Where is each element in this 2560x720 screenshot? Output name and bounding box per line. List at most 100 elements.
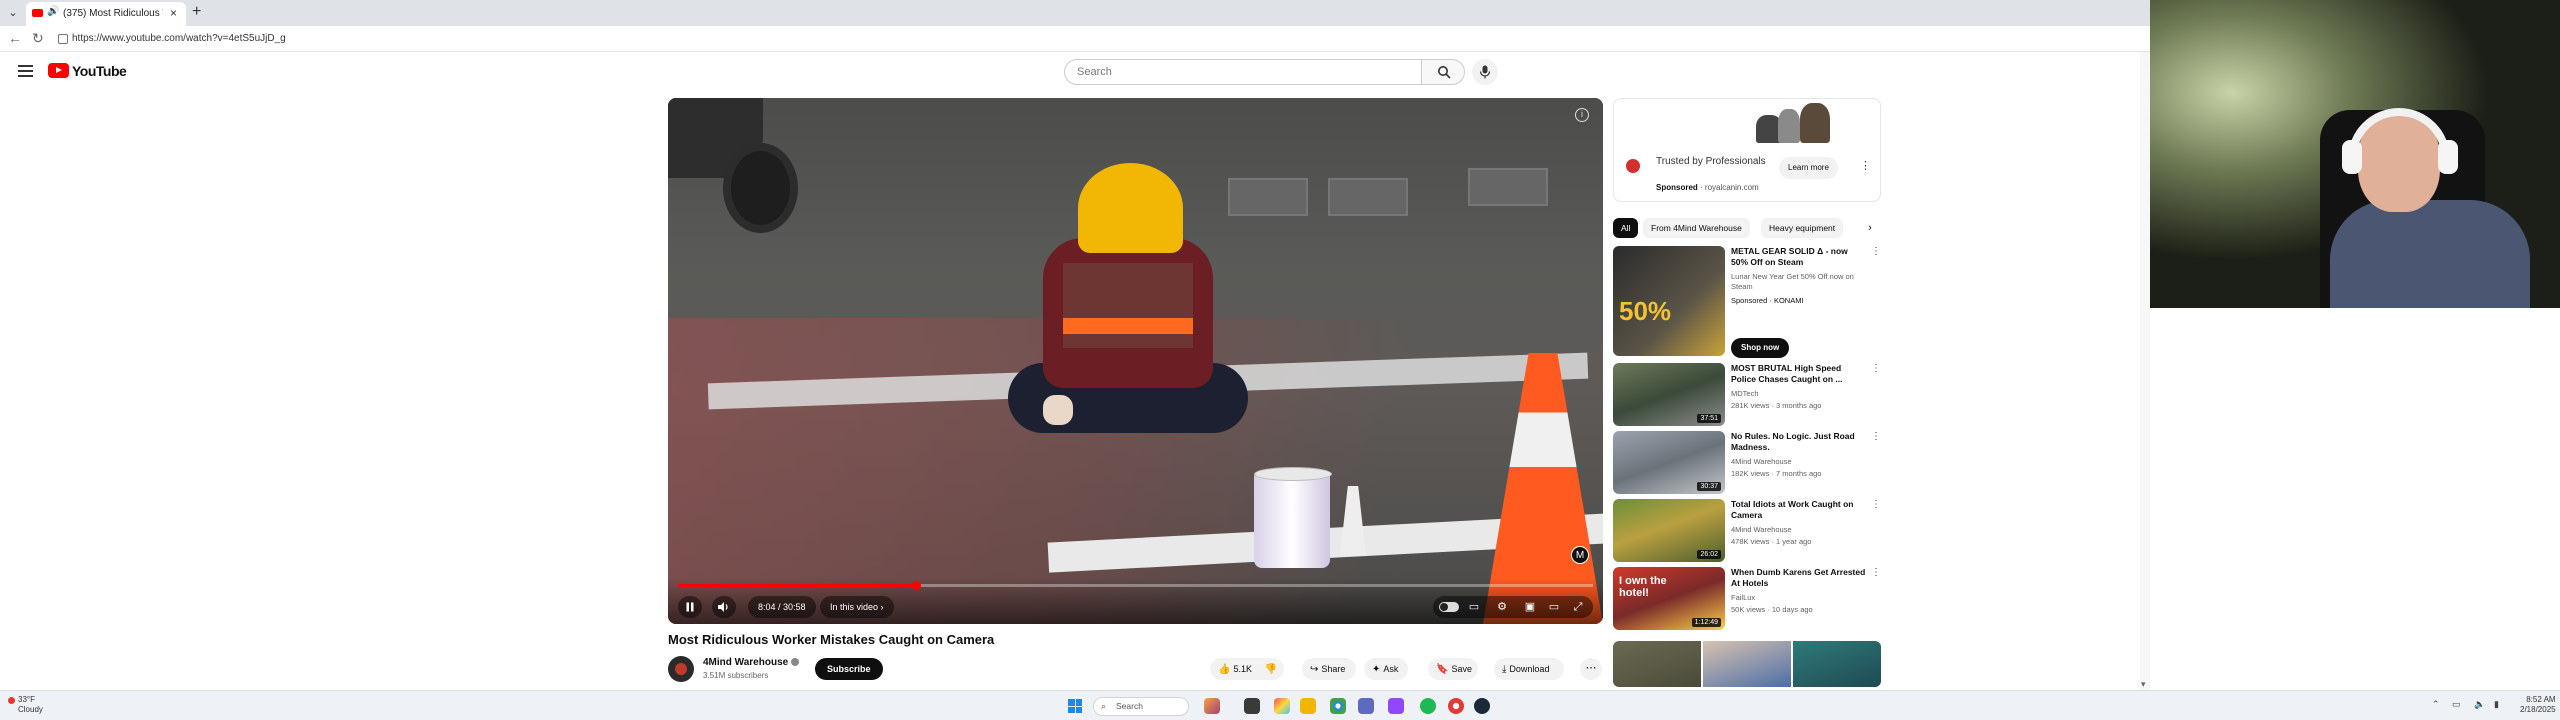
recommendation-channel[interactable]: FailLux: [1731, 593, 1755, 602]
recommendation-menu-icon[interactable]: ⋮: [1871, 567, 1881, 578]
chip-all[interactable]: All: [1613, 218, 1639, 238]
back-arrow-icon[interactable]: ←: [8, 30, 22, 46]
tab-search-chevron-icon[interactable]: ⌄: [4, 5, 22, 21]
recommendation-title[interactable]: Total Idiots at Work Caught on Camera: [1731, 499, 1866, 521]
recommendation-title[interactable]: No Rules. No Logic. Just Road Madness.: [1731, 431, 1866, 453]
microphone-icon: [1479, 65, 1491, 79]
recommendation-channel[interactable]: 4Mind Warehouse: [1731, 525, 1792, 534]
subscribe-button[interactable]: Subscribe: [815, 658, 883, 680]
file-explorer-icon[interactable]: [1300, 698, 1316, 714]
recommendation-item[interactable]: 26:02 Total Idiots at Work Caught on Cam…: [1613, 499, 1881, 563]
subscriber-count: 3.51M subscribers: [703, 671, 769, 680]
discord-icon[interactable]: [1358, 698, 1374, 714]
voice-search-button[interactable]: [1472, 59, 1498, 85]
scrubber-handle[interactable]: [911, 581, 921, 590]
learn-more-button[interactable]: Learn more: [1779, 157, 1838, 179]
search-input[interactable]: Search: [1064, 59, 1422, 85]
edge-browser-icon[interactable]: [1330, 698, 1346, 714]
tray-chevron-icon[interactable]: ⌃: [2432, 699, 2440, 710]
save-button[interactable]: 🔖 Save: [1428, 658, 1478, 680]
youtube-logo-icon[interactable]: [48, 63, 69, 78]
spotify-icon[interactable]: [1420, 698, 1436, 714]
chip-from-channel[interactable]: From 4Mind Warehouse: [1643, 218, 1750, 238]
tab-close-button[interactable]: ×: [170, 6, 177, 20]
ad-sponsored-line: Sponsored · royalcanin.com: [1656, 183, 1759, 192]
taskbar-search[interactable]: ⌕ Search: [1093, 697, 1189, 716]
pause-button[interactable]: [678, 596, 702, 618]
recommendation-menu-icon[interactable]: ⋮: [1871, 431, 1881, 442]
recommendation-item[interactable]: I own the hotel! 1:12:49 When Dumb Karen…: [1613, 567, 1881, 631]
settings-gear-icon[interactable]: ⚙: [1495, 600, 1509, 614]
weather-icon[interactable]: [8, 697, 15, 704]
speaker-icon[interactable]: 🔊: [47, 6, 59, 17]
weather-widget[interactable]: 33°F Cloudy: [18, 695, 43, 715]
recommendation-title[interactable]: METAL GEAR SOLID Δ - now 50% Off on Stea…: [1731, 246, 1866, 268]
site-info-icon[interactable]: [58, 34, 68, 44]
like-count[interactable]: 5.1K: [1233, 664, 1252, 674]
network-icon[interactable]: ▭: [2452, 699, 2461, 710]
search-button[interactable]: [1421, 59, 1465, 85]
streaming-app-icon[interactable]: [1388, 698, 1404, 714]
channel-avatar[interactable]: [668, 656, 694, 682]
thumbs-down-icon[interactable]: 👎: [1264, 659, 1276, 681]
channel-name[interactable]: 4Mind Warehouse: [703, 657, 800, 668]
recommendation-item[interactable]: 30:37 No Rules. No Logic. Just Road Madn…: [1613, 431, 1881, 495]
recommendation-item[interactable]: 37:51 MOST BRUTAL High Speed Police Chas…: [1613, 363, 1881, 427]
windows-start-icon[interactable]: [1068, 699, 1082, 713]
recommendation-thumbnail[interactable]: 30:37: [1613, 431, 1725, 494]
captions-icon[interactable]: ▭: [1467, 600, 1481, 614]
miniplayer-icon[interactable]: ▣: [1523, 600, 1537, 614]
recommendation-thumbnail[interactable]: [1613, 641, 1701, 687]
page-scrollbar[interactable]: [2140, 52, 2150, 690]
volume-button[interactable]: [712, 596, 736, 618]
photos-app-icon[interactable]: [1274, 698, 1290, 714]
system-clock[interactable]: 8:52 AM 2/18/2025: [2520, 695, 2556, 715]
info-icon[interactable]: i: [1575, 108, 1589, 122]
steam-icon[interactable]: [1474, 698, 1490, 714]
volume-tray-icon[interactable]: 🔈: [2474, 699, 2485, 710]
recommendation-channel[interactable]: 4Mind Warehouse: [1731, 457, 1792, 466]
chip-heavy-equipment[interactable]: Heavy equipment: [1761, 218, 1844, 238]
channel-name-text[interactable]: 4Mind Warehouse: [703, 657, 788, 668]
recommendation-thumbnail[interactable]: I own the hotel! 1:12:49: [1613, 567, 1725, 630]
recommendation-thumbnail[interactable]: 26:02: [1613, 499, 1725, 562]
widget-app-icon[interactable]: [1204, 698, 1220, 714]
theater-mode-icon[interactable]: ▭: [1547, 600, 1561, 614]
ask-button[interactable]: ✦ Ask: [1364, 658, 1408, 680]
thumbs-up-icon[interactable]: 👍: [1218, 659, 1230, 681]
new-tab-button[interactable]: +: [192, 3, 201, 21]
recommendation-menu-icon[interactable]: ⋮: [1871, 246, 1881, 257]
chapter-button[interactable]: In this video ›: [820, 596, 894, 618]
ad-menu-icon[interactable]: ⋮: [1860, 159, 1871, 172]
recommendation-item[interactable]: 50% METAL GEAR SOLID Δ - now 50% Off on …: [1613, 246, 1881, 358]
url-field[interactable]: https://www.youtube.com/watch?v=4etS5uJj…: [72, 33, 286, 44]
browser-tab-youtube[interactable]: 🔊 (375) Most Ridiculous Worker ×: [26, 2, 186, 26]
obs-icon[interactable]: [1448, 698, 1464, 714]
sponsored-ad-card[interactable]: Trusted by Professionals Sponsored · roy…: [1613, 98, 1881, 202]
task-view-icon[interactable]: [1244, 698, 1260, 714]
recommendation-menu-icon[interactable]: ⋮: [1871, 499, 1881, 510]
shop-now-button[interactable]: Shop now: [1731, 338, 1790, 358]
recommendation-meta: 478K views · 1 year ago: [1731, 537, 1812, 546]
recommendation-menu-icon[interactable]: ⋮: [1871, 363, 1881, 374]
autoplay-toggle[interactable]: [1439, 602, 1459, 612]
fullscreen-icon[interactable]: ⤢: [1571, 600, 1585, 614]
filter-chips: All From 4Mind Warehouse Heavy equipment: [1613, 218, 1881, 238]
recommendation-thumbnail[interactable]: 50%: [1613, 246, 1725, 356]
recommendation-thumbnail[interactable]: 37:51: [1613, 363, 1725, 426]
progress-bar[interactable]: [678, 581, 1593, 590]
more-actions-button[interactable]: ⋯: [1580, 658, 1602, 680]
battery-icon[interactable]: ▮: [2494, 699, 2499, 710]
recommendation-channel[interactable]: MDTech: [1731, 389, 1759, 398]
youtube-logo-text[interactable]: YouTube: [72, 63, 127, 79]
video-player[interactable]: i M 8:04 / 30:58 In this video › ▭ ⚙ ▣ ▭…: [668, 98, 1603, 624]
menu-hamburger-icon[interactable]: [18, 65, 33, 77]
recommendation-title[interactable]: MOST BRUTAL High Speed Police Chases Cau…: [1731, 363, 1866, 385]
channel-watermark-icon[interactable]: M: [1571, 546, 1589, 564]
recommendation-item-partial[interactable]: [1613, 641, 1881, 687]
download-button[interactable]: ⤓ Download: [1494, 658, 1564, 680]
recommendation-title[interactable]: When Dumb Karens Get Arrested At Hotels: [1731, 567, 1866, 589]
chips-next-arrow-icon[interactable]: ›: [1860, 218, 1880, 238]
reload-icon[interactable]: ↻: [32, 30, 44, 47]
share-button[interactable]: ↪ Share: [1302, 658, 1356, 680]
